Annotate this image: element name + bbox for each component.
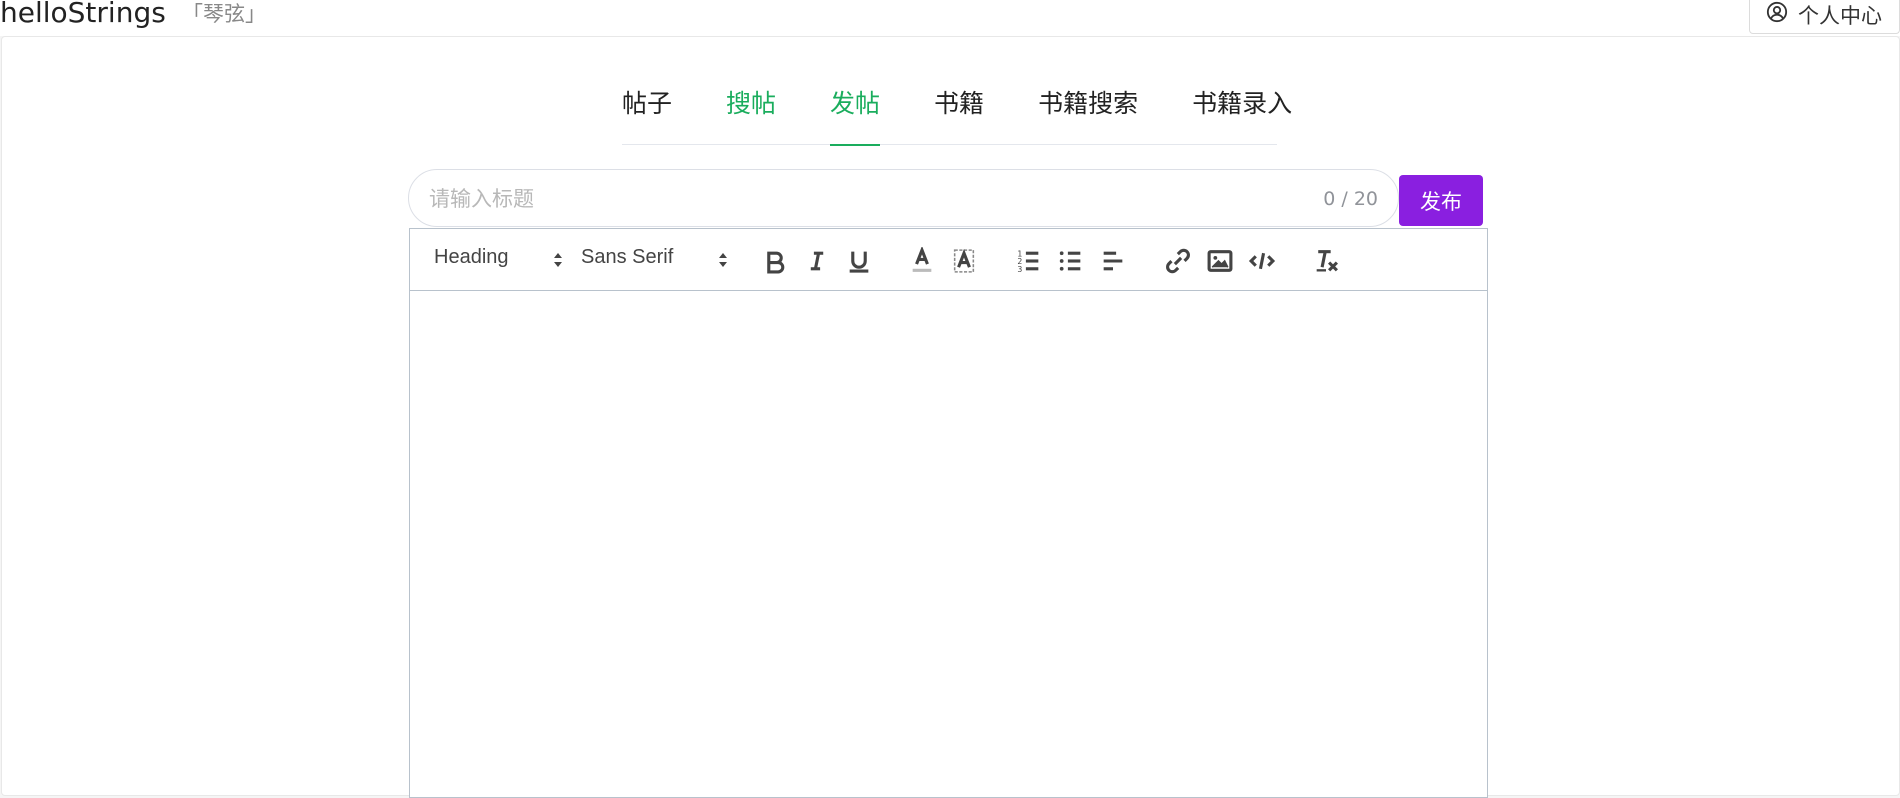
title-input[interactable] <box>429 180 1289 218</box>
title-row: 0 / 20 <box>408 169 1484 227</box>
text-color-icon[interactable] <box>907 246 937 276</box>
font-select-value: Sans Serif <box>581 246 674 268</box>
title-char-counter: 0 / 20 <box>1323 188 1378 210</box>
image-icon[interactable] <box>1205 246 1235 276</box>
svg-text:3: 3 <box>1017 265 1022 274</box>
bullet-list-icon[interactable] <box>1056 246 1086 276</box>
tab-new-post[interactable]: 发帖 <box>830 88 881 146</box>
tab-book-search[interactable]: 书籍搜索 <box>1038 88 1138 145</box>
top-bar: helloStrings 「琴弦」 个人中心 <box>0 0 1900 36</box>
select-arrows-icon <box>719 253 727 267</box>
align-icon[interactable] <box>1098 246 1128 276</box>
brand-subtitle: 「琴弦」 <box>182 2 266 26</box>
heading-select-value: Heading <box>434 246 509 268</box>
publish-button[interactable]: 发布 <box>1399 175 1483 226</box>
user-center-label: 个人中心 <box>1798 3 1882 28</box>
heading-select[interactable]: Heading <box>434 246 564 274</box>
code-block-icon[interactable] <box>1247 246 1277 276</box>
underline-icon[interactable] <box>844 246 874 276</box>
italic-icon[interactable] <box>802 246 832 276</box>
select-arrows-icon <box>554 253 562 267</box>
brand-logo[interactable]: helloStrings <box>0 0 166 29</box>
clear-format-icon[interactable] <box>1311 246 1341 276</box>
tab-search-posts[interactable]: 搜帖 <box>726 88 776 145</box>
bold-icon[interactable] <box>760 246 790 276</box>
tab-book-entry[interactable]: 书籍录入 <box>1192 88 1292 145</box>
user-circle-icon <box>1766 1 1798 28</box>
nav-tabs: 帖子 搜帖 发帖 书籍 书籍搜索 书籍录入 <box>622 88 1292 146</box>
user-center-button[interactable]: 个人中心 <box>1749 0 1900 34</box>
font-select[interactable]: Sans Serif <box>581 246 729 274</box>
editor-content-area[interactable] <box>410 292 1487 797</box>
title-field: 0 / 20 <box>408 169 1399 227</box>
tab-books[interactable]: 书籍 <box>934 88 984 145</box>
background-color-icon[interactable] <box>949 246 979 276</box>
rich-text-editor: Heading Sans Serif 1 2 3 <box>409 228 1488 798</box>
editor-toolbar: Heading Sans Serif 1 2 3 <box>410 229 1487 291</box>
ordered-list-icon[interactable]: 123 <box>1014 246 1044 276</box>
tab-posts[interactable]: 帖子 <box>622 88 672 145</box>
link-icon[interactable] <box>1163 246 1193 276</box>
